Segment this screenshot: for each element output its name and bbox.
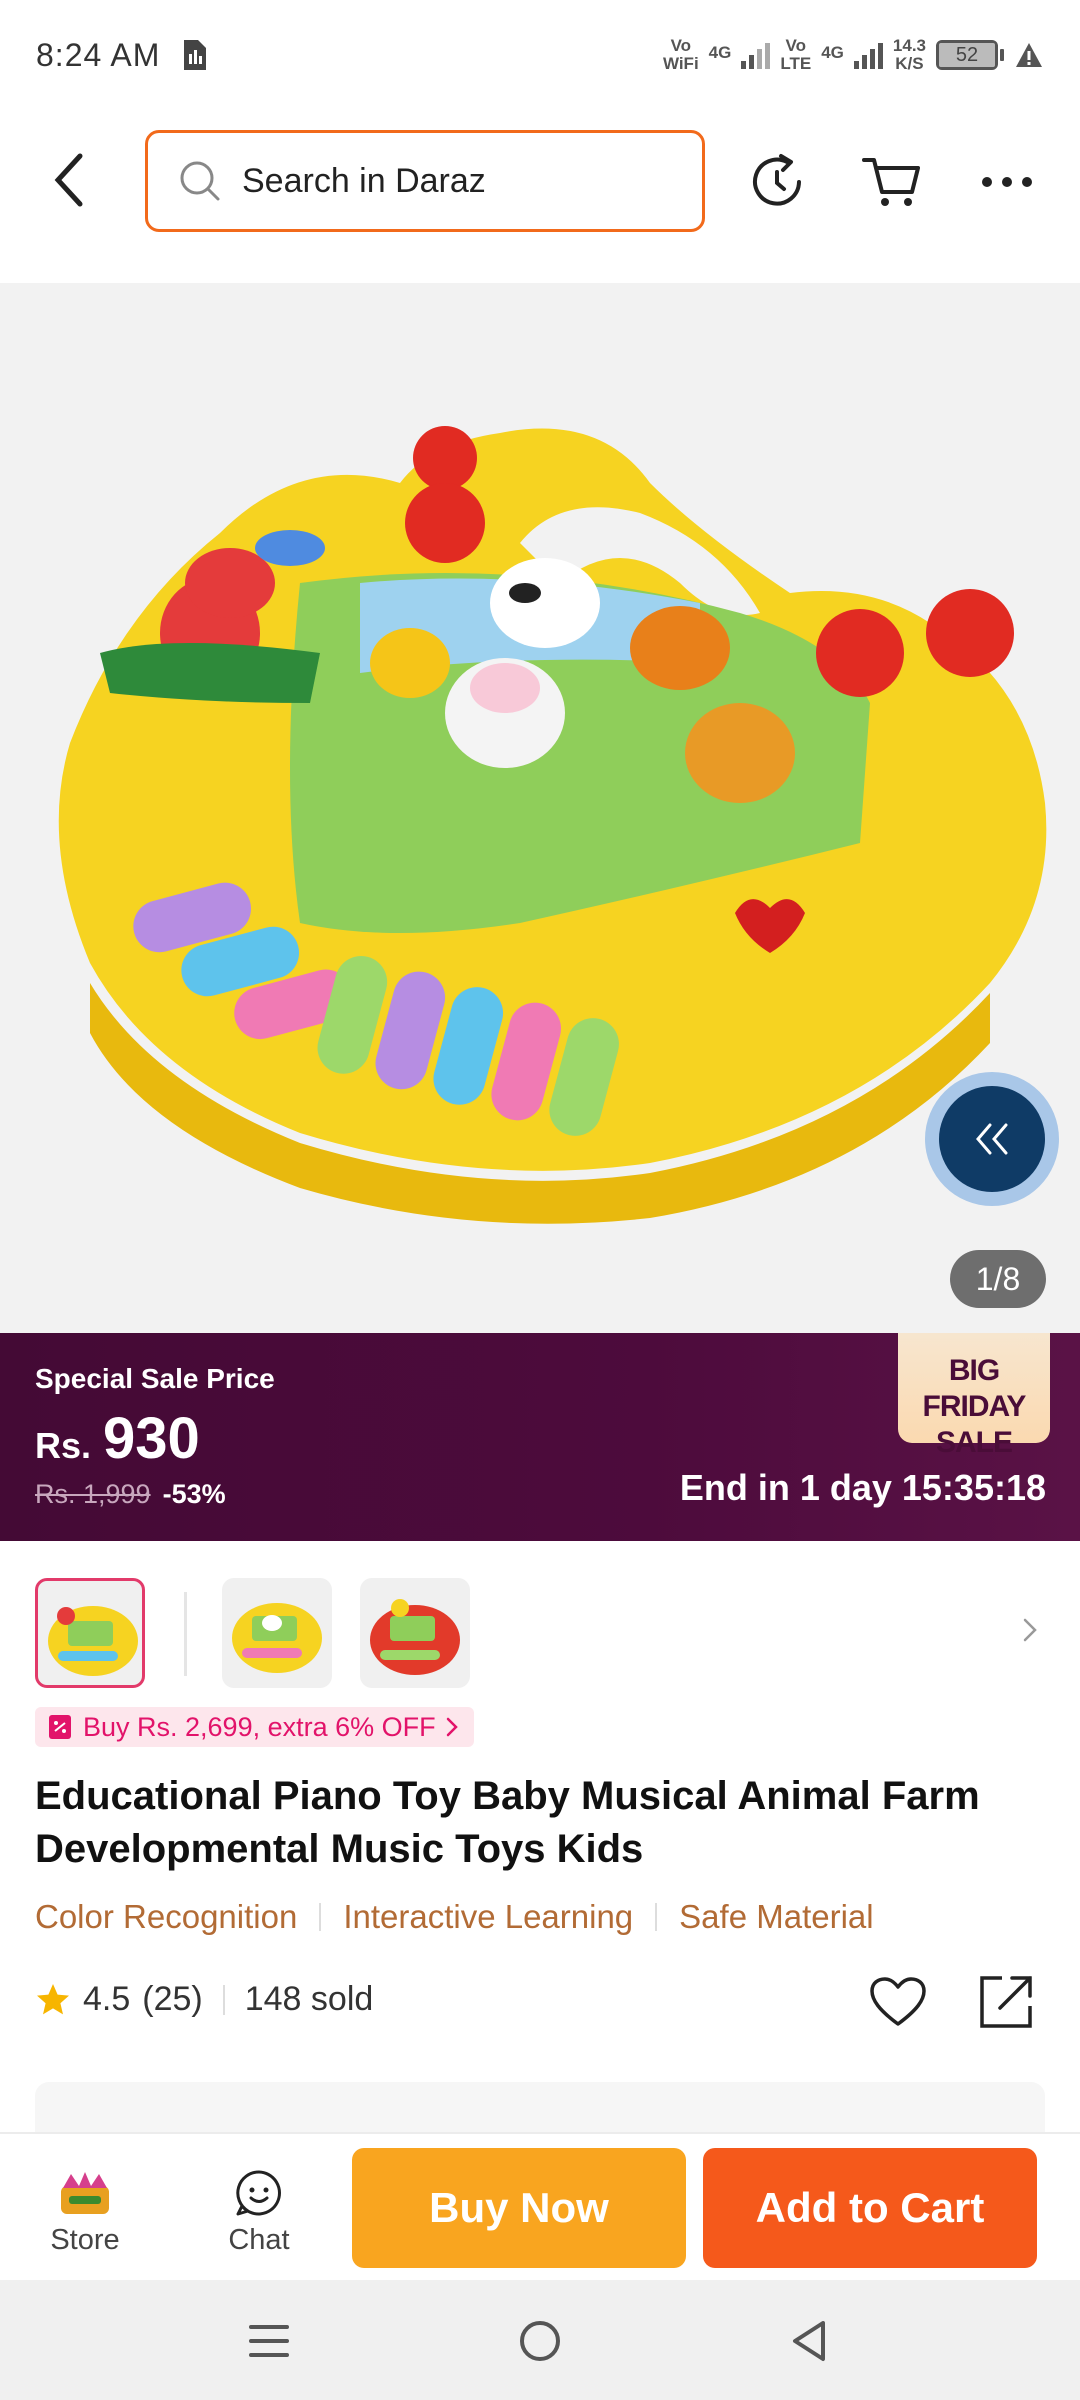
discount-percent: -53% [162,1479,226,1509]
sale-banner: Special Sale Price Rs. 930 Rs. 1,999 -53… [0,1333,1080,1541]
search-placeholder: Search in Daraz [242,161,486,200]
double-chevron-left-icon [976,1123,1008,1155]
status-time: 8:24 AM [36,36,161,73]
battery-icon: 52 [936,40,1004,70]
history-button[interactable] [745,150,809,214]
collapse-button[interactable] [925,1072,1059,1206]
home-circle-icon [520,2321,560,2361]
more-options-button[interactable] [975,150,1039,214]
chevron-right-icon [1023,1618,1037,1642]
more-icon [982,177,1032,187]
bottom-action-bar: Store Chat Buy Now Add to Cart [0,2132,1080,2280]
price-value: 930 [103,1406,200,1471]
feature-tags: Color Recognition Interactive Learning S… [35,1898,874,1936]
product-image-gallery[interactable] [0,283,1080,1333]
product-image [58,426,1047,1224]
sale-label: Special Sale Price [35,1363,275,1394]
original-price: Rs. 1,999 [35,1479,151,1509]
battery-level: 52 [939,43,995,67]
rating-row[interactable]: 4.5 (25) 148 sold [35,1980,373,2019]
chevron-right-icon [446,1717,458,1737]
sold-count: 148 sold [244,1980,374,2018]
back-nav-button[interactable] [782,2314,836,2368]
rating-value: 4.5 [83,1980,131,2018]
big-friday-sale-badge: BIG FRIDAY SALE [898,1333,1050,1459]
chat-icon [236,2170,281,2216]
volte-indicator: Vo LTE [780,36,812,73]
search-icon [180,161,220,201]
net-speed: 14.3 K/S [892,36,926,73]
history-icon [753,154,801,206]
alert-icon [1016,43,1042,67]
buy-now-button[interactable]: Buy Now [352,2148,686,2268]
signal-icon [741,41,771,69]
thumbnails-next-button[interactable] [1010,1610,1050,1650]
voucher-icon [49,1715,71,1739]
thumbnail-2[interactable] [222,1578,332,1688]
top-header: Search in Daraz [0,120,1080,240]
price-currency: Rs. [35,1425,92,1466]
tag-safe-material: Safe Material [679,1898,874,1935]
status-bar: 8:24 AM Vo WiFi 4G Vo LTE 4G 14.3 K/S 52 [0,0,1080,110]
sale-countdown: End in 1 day 15:35:18 [679,1467,1046,1508]
cart-button[interactable] [860,150,924,214]
add-to-cart-button[interactable]: Add to Cart [703,2148,1037,2268]
store-logo-icon [61,2172,109,2214]
thumbnail-strip [0,1570,1080,1690]
original-price-row: Rs. 1,999 -53% [35,1479,226,1510]
image-counter: 1/8 [950,1250,1046,1308]
chevron-left-icon [54,153,83,207]
tag-color-recognition: Color Recognition [35,1898,298,1935]
chat-label: Chat [228,2224,290,2256]
store-label: Store [50,2224,120,2256]
tag-interactive-learning: Interactive Learning [343,1898,634,1935]
product-title: Educational Piano Toy Baby Musical Anima… [35,1774,980,1871]
promo-text: Buy Rs. 2,699, extra 6% OFF [83,1711,436,1742]
search-input[interactable]: Search in Daraz [145,130,705,232]
thumbnail-3[interactable] [360,1578,470,1688]
sim-icon [184,40,207,70]
heart-icon [870,1977,926,2026]
thumbnail-1[interactable] [35,1578,145,1688]
vowifi-indicator: Vo WiFi [662,36,699,73]
back-triangle-icon [793,2321,825,2361]
network-type-1: 4G [708,43,732,62]
back-button[interactable] [40,150,100,210]
sale-price: Rs. 930 [35,1405,200,1472]
store-button[interactable]: Store [30,2168,140,2257]
network-type-2: 4G [821,43,844,62]
menu-icon [249,2325,289,2357]
star-icon [37,1983,69,2014]
share-icon [980,1976,1032,2028]
system-nav-bar [0,2280,1080,2400]
chat-button[interactable]: Chat [204,2168,314,2257]
share-button[interactable] [974,1970,1038,2034]
thumbnail-divider [184,1592,187,1676]
cart-icon [862,158,920,206]
wishlist-button[interactable] [866,1970,930,2034]
review-count: (25) [142,1980,203,2018]
recent-apps-button[interactable] [242,2314,296,2368]
signal-icon-2 [853,41,883,69]
bulk-discount-promo[interactable]: Buy Rs. 2,699, extra 6% OFF [35,1707,474,1747]
home-button[interactable] [513,2314,567,2368]
